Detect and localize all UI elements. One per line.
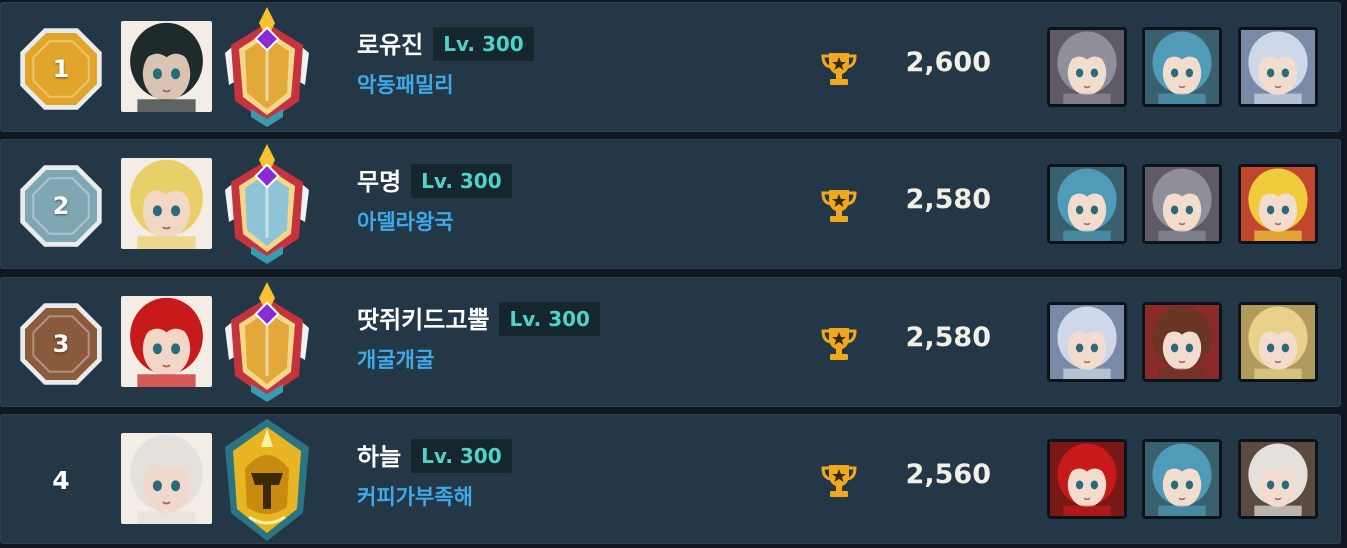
guild-name[interactable]: 개굴개굴 xyxy=(357,344,434,374)
gold-purple-crest-emblem xyxy=(221,5,313,131)
player-name[interactable]: 하늘 xyxy=(357,437,401,472)
silver-purple-crest-emblem xyxy=(221,142,313,268)
gold-spartan-helmet-emblem xyxy=(221,417,313,543)
rank-number: 3 xyxy=(52,330,70,358)
red-haired-hero-icon[interactable] xyxy=(1047,439,1127,519)
rank-number: 1 xyxy=(52,55,70,83)
score-value: 2,560 xyxy=(905,459,991,490)
blue-haired-hero-icon[interactable] xyxy=(1047,164,1127,244)
level-badge: Lv. 300 xyxy=(411,164,512,198)
red-haired-hero-avatar[interactable] xyxy=(121,296,212,387)
white-haired-hero-icon[interactable] xyxy=(1238,27,1318,107)
level-badge: Lv. 300 xyxy=(499,302,600,336)
white-haired-hero-icon[interactable] xyxy=(1047,302,1127,382)
rank-badge-silver: 2 xyxy=(15,163,107,249)
level-badge: Lv. 300 xyxy=(411,439,512,473)
bronze-purple-crest-emblem xyxy=(221,280,313,406)
guild-name[interactable]: 커피가부족해 xyxy=(357,481,473,511)
ranking-list: 1 로유진 Lv. 300 악동패밀리 2,600 2 무명 Lv. 300 아델라왕국 2,5… xyxy=(0,0,1347,548)
ranking-row[interactable]: 4 하늘 Lv. 300 커피가부족해 2,560 xyxy=(0,414,1341,544)
dark-haired-hero-avatar[interactable] xyxy=(121,21,212,112)
blue-haired-hero-icon[interactable] xyxy=(1142,27,1222,107)
rank-number: 4 xyxy=(52,465,70,495)
score-value: 2,600 xyxy=(905,47,991,78)
score-value: 2,580 xyxy=(905,184,991,215)
guild-name[interactable]: 아델라왕국 xyxy=(357,206,454,236)
ranking-row[interactable]: 3 땃쥐키드고뿔 Lv. 300 개굴개굴 2,580 xyxy=(0,277,1341,407)
trophy-icon xyxy=(819,186,859,224)
player-name[interactable]: 로유진 xyxy=(357,25,423,60)
ranking-row[interactable]: 2 무명 Lv. 300 아델라왕국 2,580 xyxy=(0,139,1341,269)
blonde-hero-icon[interactable] xyxy=(1238,302,1318,382)
silver-haired-demon-hero-icon[interactable] xyxy=(1047,27,1127,107)
player-name[interactable]: 땃쥐키드고뿔 xyxy=(357,300,489,335)
blonde-hero-avatar[interactable] xyxy=(121,158,212,249)
score-value: 2,580 xyxy=(905,322,991,353)
silver-haired-demon-hero-icon[interactable] xyxy=(1142,164,1222,244)
rank-badge-gold: 1 xyxy=(15,26,107,112)
rank-number: 2 xyxy=(52,192,70,220)
trophy-icon xyxy=(819,49,859,87)
ranking-row[interactable]: 1 로유진 Lv. 300 악동패밀리 2,600 xyxy=(0,2,1341,132)
guild-name[interactable]: 악동패밀리 xyxy=(357,69,454,99)
trophy-icon xyxy=(819,324,859,362)
rank-badge-bronze: 3 xyxy=(15,301,107,387)
trophy-icon xyxy=(819,461,859,499)
player-name[interactable]: 무명 xyxy=(357,162,401,197)
brown-haired-hero-icon[interactable] xyxy=(1142,302,1222,382)
white-haired-hero-icon[interactable] xyxy=(1238,439,1318,519)
blue-haired-hero-icon[interactable] xyxy=(1142,439,1222,519)
level-badge: Lv. 300 xyxy=(433,27,534,61)
white-haired-hero-avatar[interactable] xyxy=(121,433,212,524)
blonde-red-bow-hero-icon[interactable] xyxy=(1238,164,1318,244)
